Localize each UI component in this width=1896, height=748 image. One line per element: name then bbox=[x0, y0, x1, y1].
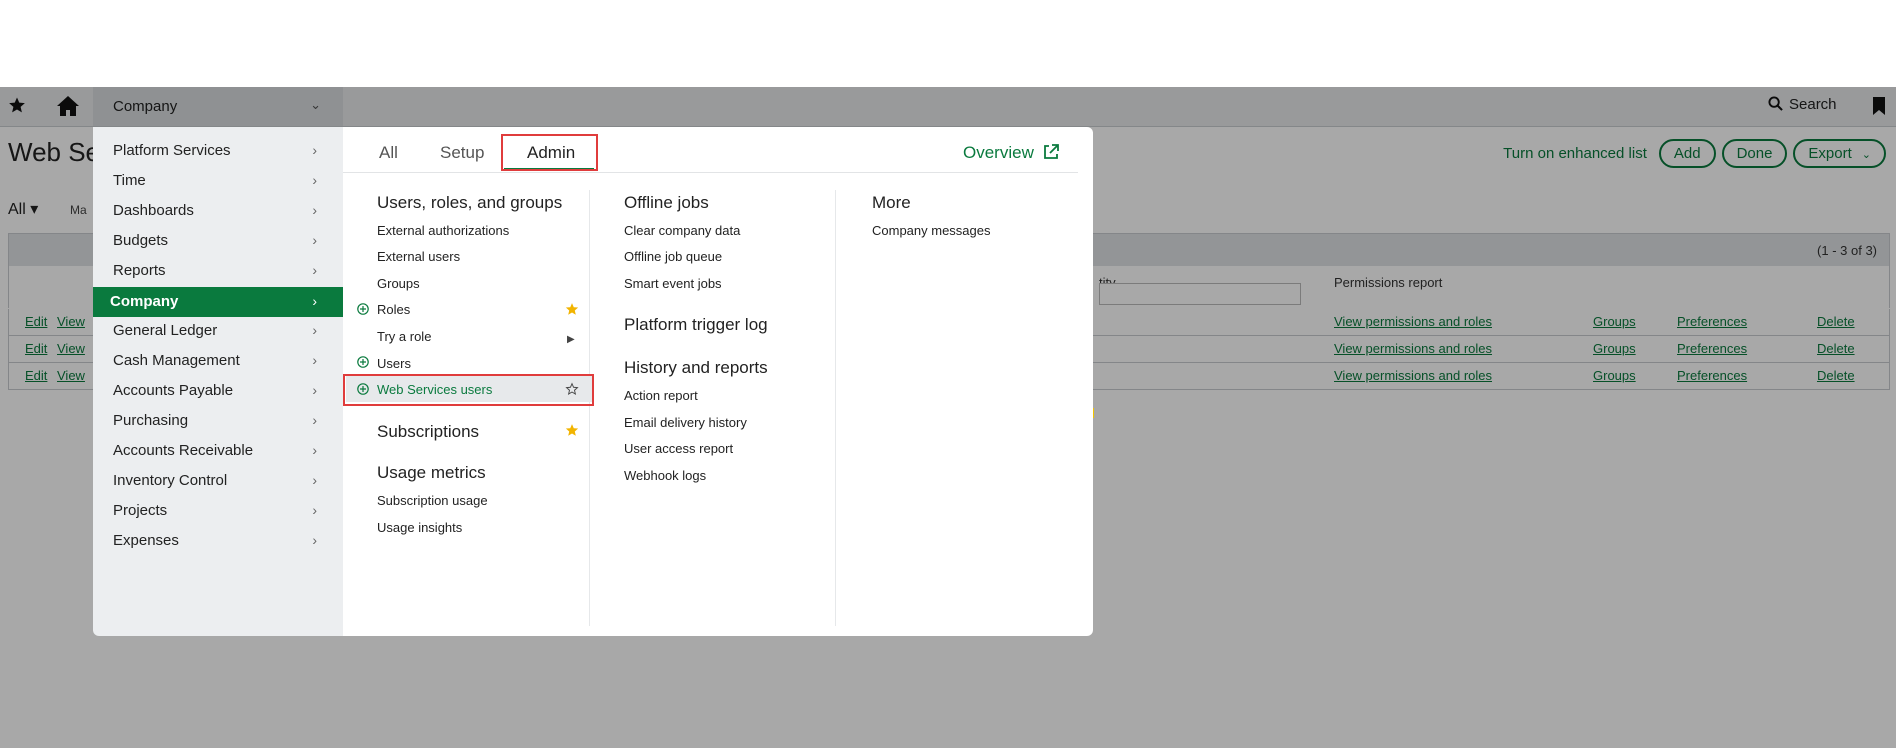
submenu-tabs: All Setup Admin Overview bbox=[343, 127, 1078, 173]
menu-item-company[interactable]: Company › bbox=[93, 287, 343, 317]
link-external-users[interactable]: External users bbox=[377, 249, 460, 264]
link-usage-insights[interactable]: Usage insights bbox=[377, 520, 462, 535]
menu-item-expenses[interactable]: Expenses › bbox=[93, 527, 343, 555]
menu-item-platform-services[interactable]: Platform Services › bbox=[93, 137, 343, 165]
menu-item-purchasing[interactable]: Purchasing › bbox=[93, 407, 343, 435]
link-action-report[interactable]: Action report bbox=[624, 388, 698, 403]
menu-item-accounts-receivable[interactable]: Accounts Receivable › bbox=[93, 437, 343, 465]
link-roles[interactable]: Roles bbox=[377, 302, 410, 317]
menu-item-label: Budgets bbox=[113, 232, 169, 249]
menu-item-label: Accounts Receivable bbox=[113, 442, 254, 459]
menu-item-accounts-payable[interactable]: Accounts Payable › bbox=[93, 377, 343, 405]
menu-item-general-ledger[interactable]: General Ledger › bbox=[93, 317, 343, 345]
link-subscription-usage[interactable]: Subscription usage bbox=[377, 493, 488, 508]
admin-tab-highlight bbox=[501, 134, 598, 171]
column-divider bbox=[589, 190, 590, 626]
chevron-right-icon: › bbox=[312, 172, 317, 188]
external-link-icon bbox=[1043, 144, 1059, 159]
menu-item-label: Accounts Payable bbox=[113, 382, 234, 399]
menu-item-reports[interactable]: Reports › bbox=[93, 257, 343, 285]
menu-item-label: Dashboards bbox=[113, 202, 194, 219]
favorite-star-icon[interactable] bbox=[565, 302, 579, 316]
link-try-a-role[interactable]: Try a role bbox=[377, 329, 431, 344]
link-external-authorizations[interactable]: External authorizations bbox=[377, 223, 509, 238]
link-platform-trigger-log[interactable]: Platform trigger log bbox=[624, 315, 768, 335]
chevron-right-icon: › bbox=[312, 202, 317, 218]
link-user-access-report[interactable]: User access report bbox=[624, 441, 733, 456]
tab-all[interactable]: All bbox=[379, 143, 398, 163]
add-circle-icon[interactable] bbox=[357, 303, 369, 315]
chevron-right-icon: › bbox=[312, 412, 317, 428]
chevron-right-icon: › bbox=[312, 262, 317, 278]
menu-item-label: Expenses bbox=[113, 532, 179, 549]
tab-setup[interactable]: Setup bbox=[440, 143, 484, 163]
link-company-messages[interactable]: Company messages bbox=[872, 223, 991, 238]
link-webhook-logs[interactable]: Webhook logs bbox=[624, 468, 706, 483]
chevron-right-icon: › bbox=[312, 382, 317, 398]
menu-item-cash-management[interactable]: Cash Management › bbox=[93, 347, 343, 375]
section-heading-history-reports: History and reports bbox=[624, 358, 768, 377]
section-heading-users-roles-groups: Users, roles, and groups bbox=[377, 193, 563, 212]
link-smart-event-jobs[interactable]: Smart event jobs bbox=[624, 276, 722, 291]
section-heading-subscriptions[interactable]: Subscriptions bbox=[377, 422, 479, 442]
menu-item-time[interactable]: Time › bbox=[93, 167, 343, 195]
chevron-right-icon: › bbox=[312, 352, 317, 368]
menu-item-dashboards[interactable]: Dashboards › bbox=[93, 197, 343, 225]
overview-link[interactable]: Overview bbox=[963, 143, 1060, 163]
chevron-right-icon: › bbox=[312, 293, 317, 309]
menu-item-label: Projects bbox=[113, 502, 168, 519]
menu-item-label: General Ledger bbox=[113, 322, 218, 339]
chevron-right-icon: › bbox=[312, 502, 317, 518]
chevron-right-icon: › bbox=[312, 232, 317, 248]
chevron-right-icon: › bbox=[312, 532, 317, 548]
menu-item-budgets[interactable]: Budgets › bbox=[93, 227, 343, 255]
add-circle-icon[interactable] bbox=[357, 356, 369, 368]
menu-item-label: Company bbox=[110, 293, 179, 310]
section-heading-offline-jobs: Offline jobs bbox=[624, 193, 709, 212]
chevron-right-icon: › bbox=[312, 442, 317, 458]
menu-item-label: Inventory Control bbox=[113, 472, 228, 489]
app-menu-sidebar: Platform Services › Time › Dashboards › Bud… bbox=[93, 127, 343, 636]
overview-label: Overview bbox=[963, 143, 1034, 162]
menu-item-label: Time bbox=[113, 172, 146, 189]
menu-item-label: Reports bbox=[113, 262, 166, 279]
menu-item-inventory-control[interactable]: Inventory Control › bbox=[93, 467, 343, 495]
link-clear-company-data[interactable]: Clear company data bbox=[624, 223, 740, 238]
menu-item-label: Platform Services bbox=[113, 142, 231, 159]
chevron-right-icon: › bbox=[312, 142, 317, 158]
link-users[interactable]: Users bbox=[377, 356, 411, 371]
company-submenu-panel: All Setup Admin Overview Users, roles, a… bbox=[343, 127, 1093, 636]
menu-item-projects[interactable]: Projects › bbox=[93, 497, 343, 525]
web-services-users-highlight bbox=[343, 374, 594, 406]
section-heading-usage-metrics: Usage metrics bbox=[377, 463, 486, 482]
chevron-right-icon: › bbox=[312, 322, 317, 338]
section-heading-more: More bbox=[872, 193, 911, 212]
chevron-right-icon: › bbox=[312, 472, 317, 488]
column-divider bbox=[835, 190, 836, 626]
caret-right-icon: ▶ bbox=[567, 334, 575, 345]
link-email-delivery-history[interactable]: Email delivery history bbox=[624, 415, 747, 430]
favorite-star-icon[interactable] bbox=[565, 423, 579, 437]
menu-item-label: Cash Management bbox=[113, 352, 240, 369]
link-groups[interactable]: Groups bbox=[377, 276, 420, 291]
menu-item-label: Purchasing bbox=[113, 412, 189, 429]
link-offline-job-queue[interactable]: Offline job queue bbox=[624, 249, 722, 264]
